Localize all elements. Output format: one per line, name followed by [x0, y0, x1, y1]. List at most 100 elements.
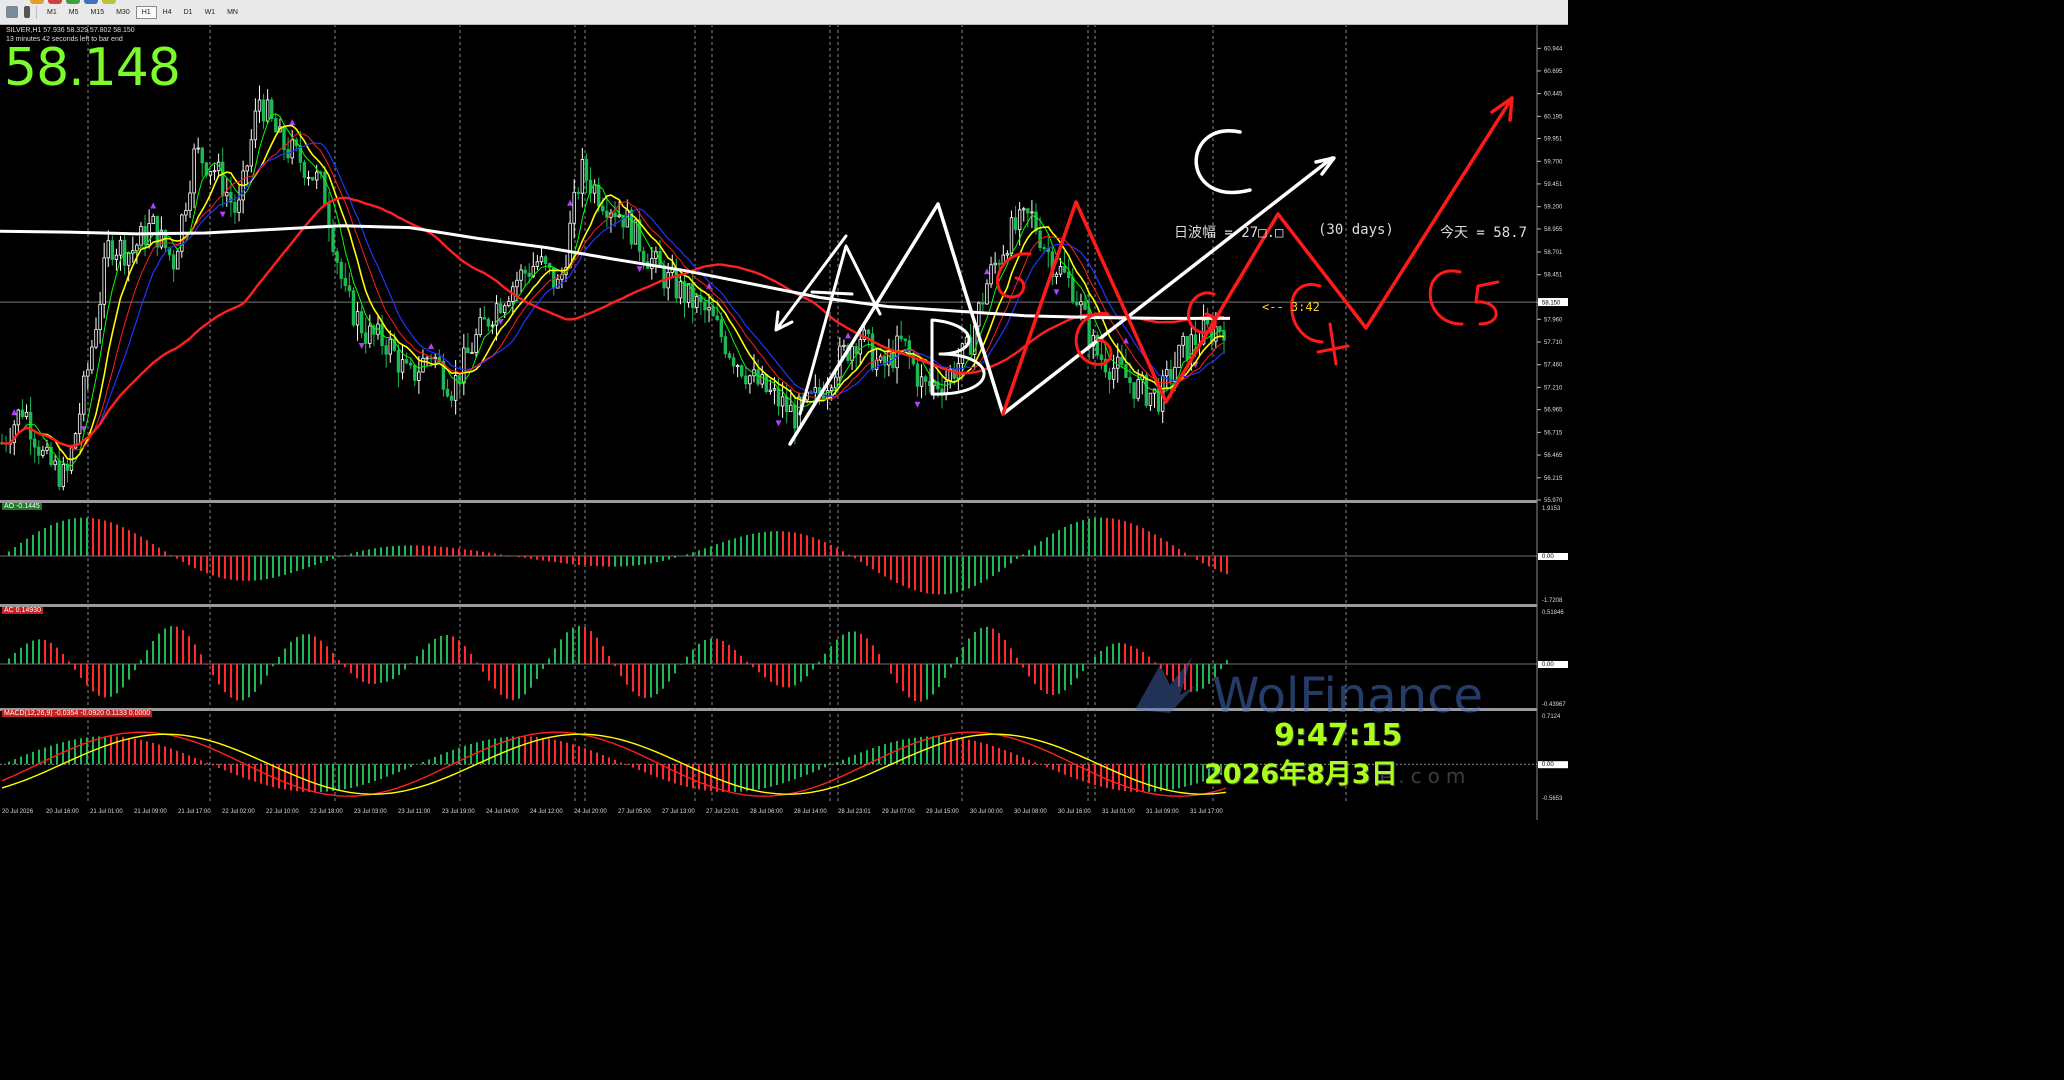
- ao-bar: [560, 556, 562, 563]
- ac-bar: [380, 664, 382, 683]
- ao-bar: [710, 546, 712, 556]
- main-panel-border: [0, 500, 1537, 503]
- timeframe-m30[interactable]: M30: [110, 6, 136, 19]
- ac-bar: [890, 664, 892, 674]
- candle-body: [257, 99, 262, 112]
- ao-bar: [608, 556, 610, 567]
- tab-icon[interactable]: [48, 0, 62, 4]
- macd-hist-bar: [548, 738, 550, 765]
- candle-body: [77, 413, 82, 435]
- candle-body: [139, 225, 143, 246]
- x-tick-label: 28 Jul 23:01: [838, 809, 871, 815]
- ac-bar: [320, 640, 322, 664]
- dropdown-icon[interactable]: [24, 6, 30, 18]
- ac-bar: [1046, 664, 1048, 694]
- timeframe-h1[interactable]: H1: [135, 5, 157, 19]
- timeframe-d1[interactable]: D1: [178, 6, 199, 19]
- macd-hist-bar: [488, 739, 490, 765]
- macd-hist-bar: [542, 737, 544, 765]
- candle-body: [220, 161, 225, 197]
- candle-body: [507, 301, 511, 307]
- ao-bar: [128, 530, 130, 556]
- fractal-icon: [914, 401, 921, 408]
- candle-body: [666, 272, 670, 289]
- timeframe-m5[interactable]: M5: [63, 6, 85, 19]
- ac-bar: [452, 636, 454, 664]
- candle-body: [956, 363, 961, 379]
- ao-bar: [1028, 549, 1030, 556]
- ao-bar: [1010, 556, 1012, 564]
- ao-bar: [80, 517, 82, 556]
- candle-body: [253, 110, 258, 141]
- ac-bar: [638, 664, 640, 697]
- timeframe-m1[interactable]: M1: [41, 6, 63, 19]
- ao-bar: [62, 520, 64, 556]
- x-tick-label: 27 Jul 05:00: [618, 809, 651, 815]
- ao-bar: [590, 556, 592, 566]
- ac-bar: [920, 664, 922, 702]
- ao-bar: [464, 549, 466, 556]
- ac-bar: [620, 664, 622, 677]
- ac-bar: [1034, 664, 1036, 685]
- ac-bar: [1052, 664, 1054, 695]
- timeframe-w1[interactable]: W1: [199, 6, 222, 19]
- macd-hist-bar: [500, 737, 502, 765]
- candle-body: [384, 345, 388, 355]
- macd-hist-bar: [1016, 754, 1018, 765]
- macd-hist-bar: [194, 757, 196, 765]
- ao-bar: [830, 544, 832, 556]
- instrument-info: SILVER,H1 57.936 58.329 57.802 58.150: [6, 27, 135, 34]
- ao-bar: [956, 556, 958, 593]
- ao-bar: [752, 533, 754, 556]
- candle-body: [364, 332, 368, 344]
- ac-bar: [632, 664, 634, 692]
- ao-bar: [1058, 530, 1060, 556]
- candle-body: [1120, 356, 1124, 366]
- macd-hist-bar: [368, 764, 370, 784]
- ac-bar: [830, 646, 832, 664]
- ao-bar: [554, 556, 556, 563]
- macd-hist-bar: [782, 764, 784, 784]
- macd-hist-bar: [524, 736, 526, 765]
- ac-bar: [422, 649, 424, 664]
- candle-body: [1054, 273, 1059, 277]
- ac-bar: [1226, 660, 1228, 664]
- tab-icon[interactable]: [102, 0, 116, 4]
- macd-hist-bar: [596, 752, 598, 765]
- tab-icon[interactable]: [30, 0, 44, 4]
- tab-icon[interactable]: [66, 0, 80, 4]
- macd-hist-bar: [380, 764, 382, 779]
- ao-bar: [794, 532, 796, 556]
- macd-hist-bar: [362, 764, 364, 785]
- tab-icon[interactable]: [84, 0, 98, 4]
- candle-body: [601, 205, 605, 212]
- macd-hist-bar: [752, 764, 754, 791]
- ac-bar: [626, 664, 628, 685]
- candle-body: [498, 303, 503, 314]
- ao-bar: [1220, 556, 1222, 572]
- ao-bar: [1178, 548, 1180, 556]
- ac-bar: [272, 664, 274, 667]
- macd-hist-bar: [140, 739, 142, 765]
- timeframe-mn[interactable]: MN: [221, 6, 244, 19]
- candle-body: [143, 225, 147, 246]
- macd-hist-bar: [356, 764, 358, 787]
- crosshair-icon[interactable]: [6, 6, 18, 18]
- ac-bar: [848, 631, 850, 664]
- timeframe-m15[interactable]: M15: [84, 6, 110, 19]
- ao-bar: [344, 555, 346, 556]
- timeframe-h4[interactable]: H4: [157, 6, 178, 19]
- macd-hist-bar: [200, 760, 202, 765]
- ao-bar: [164, 551, 166, 556]
- ac-bar: [770, 664, 772, 682]
- indicator-tick-label: -1.7208: [1542, 598, 1563, 604]
- macd-hist-bar: [590, 750, 592, 765]
- macd-hist-bar: [470, 743, 472, 765]
- ac-bar: [200, 654, 202, 664]
- x-tick-label: 21 Jul 01:00: [90, 809, 123, 815]
- y-tick-label: 60.695: [1544, 69, 1563, 75]
- macd-label: MACD(12,26,9) -0.0354 -0.0920 0.1133 0.0…: [2, 710, 153, 717]
- candle-body: [106, 240, 110, 259]
- candle-body: [355, 311, 360, 326]
- ac-bar: [716, 638, 718, 664]
